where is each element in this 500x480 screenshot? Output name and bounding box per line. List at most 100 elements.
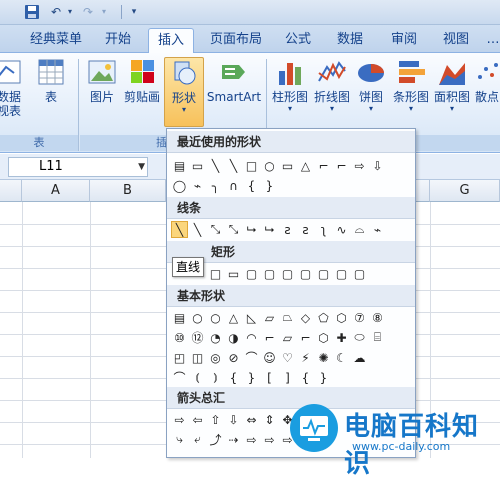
shape-item[interactable]: ⤷ <box>171 431 188 448</box>
shape-item[interactable]: ƨ <box>279 221 296 238</box>
shape-item[interactable]: △ <box>225 309 242 326</box>
shape-item[interactable]: ○ <box>207 309 224 326</box>
shape-item[interactable]: ⑩ <box>171 329 188 346</box>
shape-item[interactable]: { <box>297 369 314 386</box>
clipart-button[interactable]: 剪贴画 <box>122 57 162 131</box>
redo-icon[interactable]: ↷ <box>80 4 96 20</box>
shape-item[interactable]: ⦆ <box>207 369 224 386</box>
shape-item[interactable]: ⬡ <box>333 309 350 326</box>
shape-item[interactable]: ╮ <box>207 177 224 194</box>
shape-item[interactable]: ◰ <box>171 349 188 366</box>
shape-item[interactable]: ▢ <box>279 265 296 282</box>
pie-chart-button[interactable]: 饼图 ▾ <box>354 57 388 131</box>
shape-item[interactable]: ▤ <box>171 309 188 326</box>
shape-item[interactable]: ✺ <box>315 349 332 366</box>
save-icon[interactable] <box>24 4 40 20</box>
shape-item[interactable]: ⌒ <box>171 369 188 386</box>
shape-item[interactable]: ⬠ <box>315 309 332 326</box>
shape-item[interactable]: ⌓ <box>351 221 368 238</box>
tab-formulas[interactable]: 公式 <box>278 30 318 52</box>
shape-item[interactable]: ⇔ <box>243 411 260 428</box>
shape-item[interactable]: ƨ <box>297 221 314 238</box>
shape-item[interactable]: ⑦ <box>351 309 368 326</box>
shape-item[interactable]: ▱ <box>261 309 278 326</box>
shape-item[interactable]: ╲ <box>189 221 206 238</box>
shape-item[interactable]: ⌐ <box>297 329 314 346</box>
shape-item[interactable]: ⇢ <box>225 431 242 448</box>
shape-item[interactable]: ⮡ <box>261 221 278 238</box>
shape-item[interactable]: ʅ <box>315 221 332 238</box>
shape-item[interactable]: ⏢ <box>279 309 296 326</box>
shape-item[interactable]: ⊘ <box>225 349 242 366</box>
shape-item[interactable]: ] <box>279 369 296 386</box>
shape-item[interactable]: ☁ <box>351 349 368 366</box>
column-header-f[interactable] <box>416 180 430 202</box>
shape-item[interactable]: ⮡ <box>243 221 260 238</box>
customize-icon[interactable]: ▾ <box>126 4 142 20</box>
tab-classic-menu[interactable]: 经典菜单 <box>22 30 90 52</box>
column-header-b[interactable]: B <box>90 180 166 202</box>
column-header-g[interactable]: G <box>430 180 500 202</box>
shape-item[interactable]: ⬡ <box>315 329 332 346</box>
scatter-chart-button[interactable]: 散点 <box>474 57 500 131</box>
shape-item[interactable]: ✚ <box>333 329 350 346</box>
shape-item[interactable]: ◑ <box>225 329 242 346</box>
shape-item[interactable]: ⌁ <box>189 177 206 194</box>
tab-insert[interactable]: 插入 <box>148 28 194 54</box>
shape-item[interactable]: [ <box>261 369 278 386</box>
tab-review[interactable]: 审阅 <box>384 30 424 52</box>
shape-item[interactable]: △ <box>297 157 314 174</box>
shape-item[interactable]: ▢ <box>297 265 314 282</box>
shape-item[interactable]: ⌐ <box>315 157 332 174</box>
shape-item[interactable]: ⇨ <box>351 157 368 174</box>
shape-item[interactable]: ⑫ <box>189 329 206 346</box>
shape-item[interactable]: ⇩ <box>225 411 242 428</box>
shape-item[interactable]: ⤡ <box>207 221 224 238</box>
tab-view[interactable]: 视图 <box>436 30 476 52</box>
shape-item[interactable]: ◺ <box>243 309 260 326</box>
name-box-dropdown-icon[interactable]: ▼ <box>138 158 145 176</box>
shape-item[interactable]: ⤴ <box>207 431 224 448</box>
shape-item[interactable]: ◫ <box>189 349 206 366</box>
shape-item[interactable]: ⇨ <box>171 411 188 428</box>
select-all-corner[interactable] <box>0 180 22 202</box>
tab-home[interactable]: 开始 <box>96 30 140 52</box>
shape-item[interactable]: ╲ <box>225 157 242 174</box>
table-button[interactable]: 表 <box>34 57 68 131</box>
shape-item[interactable]: ▤ <box>171 157 188 174</box>
bar-chart-button[interactable]: 条形图 ▾ <box>392 57 430 131</box>
shape-item[interactable]: ▢ <box>333 265 350 282</box>
shape-item[interactable]: ⌁ <box>369 221 386 238</box>
name-box[interactable]: L11 ▼ <box>8 157 148 177</box>
shape-item[interactable]: ☾ <box>333 349 350 366</box>
undo-dropdown-icon[interactable]: ▾ <box>62 4 78 20</box>
shape-item[interactable]: ◠ <box>243 329 260 346</box>
tab-more-icon[interactable]: … <box>486 30 500 52</box>
shape-item[interactable]: ⇩ <box>369 157 386 174</box>
shape-item[interactable]: } <box>261 177 278 194</box>
shape-item[interactable]: ⤡ <box>225 221 242 238</box>
shape-item[interactable]: ⌸ <box>369 329 386 346</box>
shape-item[interactable]: ⇨ <box>243 431 260 448</box>
shape-item[interactable]: ⚡ <box>297 349 314 366</box>
shape-item[interactable]: ▢ <box>351 265 368 282</box>
shape-item[interactable]: ⤶ <box>189 431 206 448</box>
shape-item[interactable]: ☺ <box>261 349 278 366</box>
shape-item[interactable]: ⬭ <box>351 329 368 346</box>
shape-item[interactable]: ◎ <box>207 349 224 366</box>
shape-item[interactable]: ╲ <box>207 157 224 174</box>
shape-item[interactable]: ▢ <box>261 265 278 282</box>
redo-dropdown-icon[interactable]: ▾ <box>96 4 112 20</box>
tab-page-layout[interactable]: 页面布局 <box>204 30 268 52</box>
shape-item[interactable]: ▭ <box>279 157 296 174</box>
shape-item[interactable]: □ <box>243 157 260 174</box>
shape-item[interactable]: ╲ <box>171 221 188 238</box>
shape-item[interactable]: } <box>243 369 260 386</box>
shapes-button[interactable]: 形状 ▾ <box>164 57 204 127</box>
shape-item[interactable]: ▭ <box>189 157 206 174</box>
shape-item[interactable]: ⇧ <box>207 411 224 428</box>
shape-item[interactable]: { <box>243 177 260 194</box>
shape-item[interactable]: ▭ <box>225 265 242 282</box>
shape-item[interactable]: ◇ <box>297 309 314 326</box>
shape-item[interactable]: { <box>225 369 242 386</box>
